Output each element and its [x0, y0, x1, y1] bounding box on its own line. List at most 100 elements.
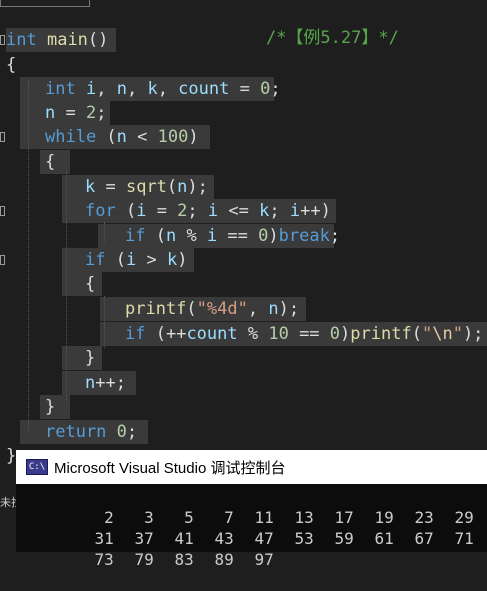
indent-guide	[28, 80, 29, 430]
fold-toggle-icon[interactable]	[0, 206, 5, 216]
var-k: k	[147, 79, 158, 99]
code-line-increment: n++;	[85, 373, 126, 393]
fold-toggle-icon[interactable]	[0, 132, 5, 142]
var-k: k	[259, 201, 270, 221]
string-quote: "	[452, 324, 463, 344]
code-line-return: return 0;	[45, 422, 138, 442]
output-number: 67	[414, 529, 434, 548]
output-number: 73	[94, 550, 114, 569]
code-line-close-brace: }	[85, 346, 95, 370]
line-highlight	[62, 272, 102, 296]
output-number: 97	[254, 550, 274, 569]
output-number: 79	[134, 550, 154, 569]
var-count: count	[186, 324, 238, 344]
brace: }	[45, 397, 56, 417]
code-line-declaration: int i, n, k, count = 0;	[45, 79, 281, 99]
code-line-close-brace: }	[45, 395, 55, 419]
var-k: k	[166, 250, 178, 270]
code-line-if-count: if (++count % 10 == 0)printf("\n");	[125, 324, 484, 344]
escape-sequence: \n	[432, 324, 453, 344]
keyword-for: for	[85, 201, 116, 221]
code-line-if-gt: if (i > k)	[85, 250, 188, 270]
code-comment: /*【例5.27】*/	[265, 28, 399, 48]
output-number: 89	[214, 550, 234, 569]
number: 10	[268, 324, 289, 344]
var-k: k	[85, 177, 96, 197]
keyword-if: if	[125, 324, 146, 344]
keyword-break: break	[278, 226, 330, 246]
fold-toggle-icon[interactable]	[0, 35, 5, 45]
code-line-assign: n = 2;	[45, 103, 107, 123]
function-main: main	[46, 30, 88, 50]
var-n: n	[116, 79, 127, 99]
number: 100	[157, 127, 189, 147]
var-n: n	[268, 299, 279, 319]
brace: }	[6, 446, 17, 466]
code-line-main: int main()	[6, 28, 108, 52]
parens: ()	[87, 30, 109, 50]
brace: {	[6, 55, 17, 75]
console-title: Microsoft Visual Studio 调试控制台	[54, 459, 286, 477]
code-editor[interactable]: /*【例5.27】*/ int main() { int i, n, k, co…	[0, 0, 487, 466]
code-line-open-brace: {	[45, 150, 55, 174]
keyword-if: if	[125, 226, 146, 246]
indent-guide	[104, 222, 105, 242]
function-printf: printf	[350, 324, 412, 344]
brace: }	[85, 348, 96, 368]
var-i: i	[136, 201, 147, 221]
number: 0	[258, 226, 269, 246]
line-highlight	[62, 346, 102, 370]
code-line-while: while (n < 100)	[45, 127, 199, 147]
brace: {	[45, 152, 56, 172]
side-panel-label: 未找	[0, 497, 16, 509]
console-app-icon: C:\	[26, 459, 48, 475]
var-i: i	[289, 201, 301, 221]
indent-guide	[104, 296, 105, 348]
code-line-for: for (i = 2; i <= k; i++)	[85, 201, 331, 221]
code-line-sqrt: k = sqrt(n);	[85, 177, 208, 197]
code-line-if-break: if (n % i == 0)break;	[125, 226, 341, 246]
number: 2	[177, 201, 188, 221]
number: 0	[260, 79, 271, 99]
keyword-if: if	[85, 250, 106, 270]
output-number: 53	[294, 529, 314, 548]
var-n: n	[85, 373, 96, 393]
string-literal: "%4d"	[196, 299, 248, 319]
number: 0	[329, 324, 341, 344]
code-line-open-brace: {	[6, 53, 16, 77]
output-number: 83	[174, 550, 194, 569]
keyword-while: while	[45, 127, 97, 147]
var-i: i	[207, 201, 219, 221]
console-output-row: 73 79 83 89 97	[16, 528, 274, 569]
string-quote: "	[421, 324, 433, 344]
debug-console-window[interactable]: C:\ Microsoft Visual Studio 调试控制台 2 3 5 7 11…	[16, 450, 487, 569]
var-i: i	[85, 79, 97, 99]
console-title-bar[interactable]: C:\ Microsoft Visual Studio 调试控制台	[16, 450, 487, 484]
console-output: 2 3 5 7 11 13 17 19 23 29 31 37 41 43 47 53 59 61 67 71 73…	[16, 484, 487, 569]
var-count: count	[178, 79, 230, 99]
var-n: n	[116, 127, 127, 147]
output-number: 61	[374, 529, 394, 548]
keyword-int: int	[45, 79, 76, 99]
number: 0	[116, 422, 127, 442]
var-i: i	[125, 250, 137, 270]
console-output-row: 31 37 41 43 47 53 59 61 67 71	[16, 507, 474, 548]
output-number: 71	[454, 529, 474, 548]
var-n: n	[45, 103, 56, 123]
keyword-return: return	[45, 422, 107, 442]
indent-guide	[66, 172, 67, 402]
function-sqrt: sqrt	[125, 177, 167, 197]
code-line-open-brace: {	[85, 272, 95, 296]
var-n: n	[165, 226, 177, 246]
keyword-int: int	[6, 30, 37, 50]
fold-toggle-icon[interactable]	[0, 255, 5, 265]
number: 2	[85, 103, 97, 123]
output-number: 59	[334, 529, 354, 548]
function-printf: printf	[125, 299, 187, 319]
var-n: n	[177, 177, 188, 197]
brace: {	[85, 274, 96, 294]
console-output-row: 2 3 5 7 11 13 17 19 23 29	[16, 486, 474, 527]
code-line-printf: printf("%4d", n);	[125, 299, 300, 319]
code-line-close-main: }	[6, 444, 16, 468]
var-i: i	[206, 226, 218, 246]
